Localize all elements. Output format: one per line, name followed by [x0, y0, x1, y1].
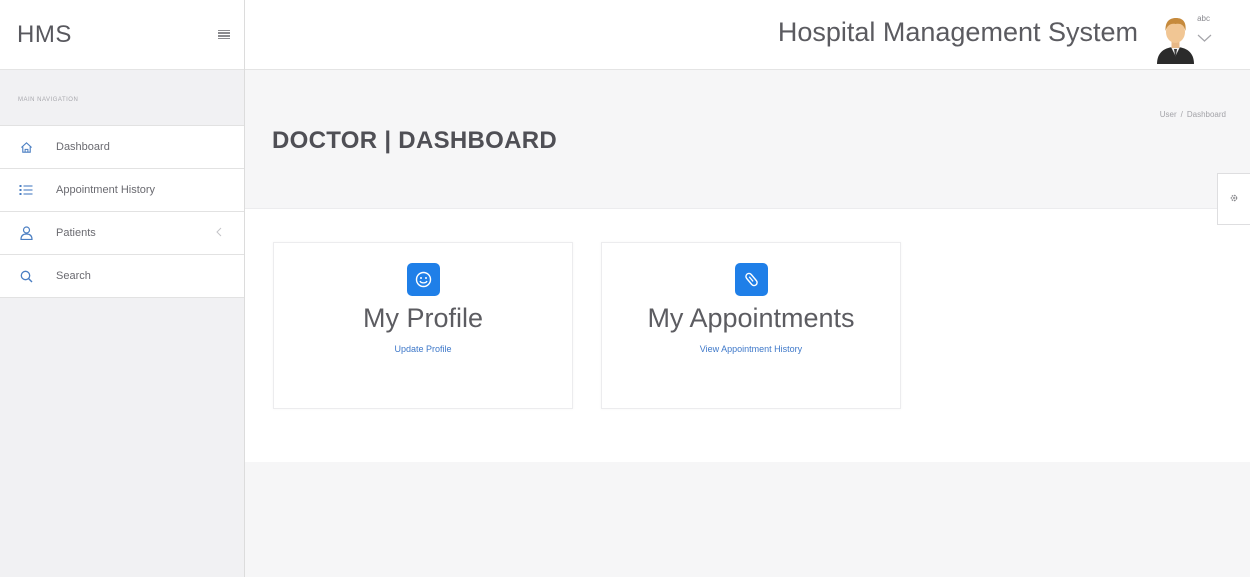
breadcrumb: User / Dashboard [1159, 110, 1226, 119]
user-name[interactable]: abc [1197, 14, 1210, 23]
breadcrumb-item-dashboard: Dashboard [1186, 110, 1226, 119]
chevron-left-icon[interactable] [216, 224, 222, 240]
nav-section-header: MAIN NAVIGATION [18, 97, 79, 103]
user-icon [19, 226, 33, 240]
brand-bar: HMS [0, 0, 244, 70]
update-profile-link[interactable]: Update Profile [394, 344, 451, 354]
search-icon [19, 269, 33, 283]
sidebar: HMS MAIN NAVIGATION Dashboard Appointmen… [0, 0, 245, 577]
view-appointment-history-link[interactable]: View Appointment History [700, 344, 802, 354]
dashboard-content: My Profile Update Profile My Appointment… [245, 210, 1250, 462]
page-header: DOCTOR | DASHBOARD User / Dashboard [245, 70, 1250, 209]
smile-icon [406, 263, 440, 296]
chevron-down-icon[interactable] [1197, 30, 1212, 42]
sidebar-item-label: Patients [56, 227, 96, 239]
top-header: Hospital Management System abc [245, 0, 1250, 70]
appointments-card: My Appointments View Appointment History [601, 242, 901, 409]
profile-card: My Profile Update Profile [273, 242, 573, 409]
paperclip-icon [734, 263, 768, 296]
card-title: My Appointments [647, 303, 855, 333]
list-icon [19, 183, 33, 197]
page-title: DOCTOR | DASHBOARD [272, 127, 558, 154]
sidebar-item-dashboard[interactable]: Dashboard [0, 126, 244, 169]
sidebar-item-appointment-history[interactable]: Appointment History [0, 169, 244, 212]
sidebar-item-search[interactable]: Search [0, 255, 244, 298]
avatar[interactable] [1153, 12, 1198, 64]
sidebar-nav: Dashboard Appointment History Patients S… [0, 125, 244, 298]
breadcrumb-item-user[interactable]: User [1160, 110, 1177, 119]
content-footer-area [245, 462, 1250, 577]
home-icon [19, 140, 33, 154]
menu-toggle-icon[interactable] [218, 29, 230, 40]
gear-icon [1229, 190, 1239, 208]
sidebar-item-patients[interactable]: Patients [0, 212, 244, 255]
sidebar-item-label: Appointment History [56, 184, 156, 196]
brand-title[interactable]: HMS [17, 21, 72, 49]
settings-toggle-button[interactable] [1217, 173, 1250, 225]
card-title: My Profile [362, 303, 484, 333]
sidebar-item-label: Dashboard [56, 141, 110, 153]
app-title: Hospital Management System [777, 17, 1138, 47]
sidebar-item-label: Search [56, 270, 91, 282]
